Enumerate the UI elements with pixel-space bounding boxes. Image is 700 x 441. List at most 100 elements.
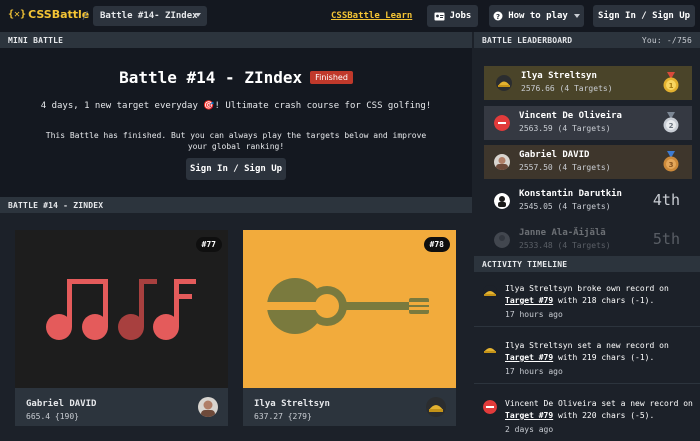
activity-text: Ilya Streltsyn broke own record on Targe… bbox=[505, 283, 695, 307]
svg-text:?: ? bbox=[496, 13, 500, 21]
activity-text: Ilya Streltsyn set a new record on Targe… bbox=[505, 340, 695, 364]
player-rank: 4th bbox=[652, 191, 680, 209]
avatar bbox=[198, 397, 218, 417]
avatar bbox=[494, 154, 510, 170]
target-link[interactable]: Target #79 bbox=[505, 353, 553, 362]
guitar-art bbox=[267, 278, 429, 334]
activity-time: 17 hours ago bbox=[505, 367, 563, 376]
target-number-badge: #78 bbox=[423, 237, 450, 252]
leaderboard-row[interactable]: Gabriel DAVID 2557.50 (4 Targets) 3 bbox=[484, 145, 692, 179]
battle-title-row: Battle #14 - ZIndex Finished bbox=[0, 68, 472, 87]
how-to-play-label: How to play bbox=[508, 11, 568, 21]
activity-suffix: with 219 chars (-1). bbox=[553, 353, 655, 362]
battle-select-dropdown[interactable]: Battle #14- ZIndex bbox=[93, 6, 207, 26]
id-card-icon bbox=[434, 12, 445, 20]
avatar bbox=[494, 232, 510, 248]
music-notes-art bbox=[46, 279, 196, 340]
player-rank: 5th bbox=[652, 230, 680, 248]
bronze-medal-icon: 3 bbox=[663, 151, 679, 172]
battle-finished-text: This Battle has finished. But you can al… bbox=[45, 131, 427, 151]
battle-sign-in-button[interactable]: Sign In / Sign Up bbox=[186, 158, 286, 180]
jobs-button[interactable]: Jobs bbox=[427, 5, 478, 27]
avatar bbox=[426, 397, 446, 417]
top-player-score: 637.27 {279} bbox=[254, 412, 312, 421]
svg-text:2: 2 bbox=[669, 122, 674, 130]
gold-medal-icon: 1 bbox=[663, 72, 679, 93]
target-number-badge: #77 bbox=[195, 237, 222, 252]
target-card-77[interactable]: #77 Gabriel DAVID 665.4 {190} bbox=[15, 230, 228, 426]
battle-description: 4 days, 1 new target everyday 🎯! Ultimat… bbox=[40, 101, 432, 111]
player-name: Vincent De Oliveira bbox=[519, 111, 622, 121]
player-name: Gabriel DAVID bbox=[519, 150, 590, 160]
target-card-78[interactable]: #78 Ilya Streltsyn 637.27 {279} bbox=[243, 230, 456, 426]
leaderboard-header-label: BATTLE LEADERBOARD bbox=[482, 35, 573, 45]
sign-in-button[interactable]: Sign In / Sign Up bbox=[593, 5, 695, 27]
mini-battle-panel: Battle #14 - ZIndex Finished 4 days, 1 n… bbox=[0, 48, 472, 197]
player-score: 2576.66 (4 Targets) bbox=[521, 84, 613, 93]
avatar bbox=[494, 193, 510, 209]
target-preview-77[interactable] bbox=[15, 230, 228, 388]
logo-mark: {✕} bbox=[8, 9, 27, 20]
battle-select-value: Battle #14- ZIndex bbox=[100, 11, 198, 21]
status-badge: Finished bbox=[310, 71, 353, 84]
silver-medal-icon: 2 bbox=[663, 112, 679, 133]
your-rank: You: -/756 bbox=[641, 35, 692, 45]
leaderboard-row[interactable]: Ilya Streltsyn 2576.66 (4 Targets) 1 bbox=[484, 66, 692, 100]
avatar bbox=[483, 342, 497, 356]
player-score: 2557.50 (4 Targets) bbox=[519, 163, 611, 172]
activity-suffix: with 218 chars (-1). bbox=[553, 296, 655, 305]
activity-suffix: with 220 chars (-5). bbox=[553, 411, 655, 420]
sign-in-label: Sign In / Sign Up bbox=[597, 11, 691, 21]
top-player-name: Ilya Streltsyn bbox=[254, 399, 330, 409]
cssbattle-learn-link[interactable]: CSSBattle Learn bbox=[331, 11, 412, 21]
leaderboard-panel: Ilya Streltsyn 2576.66 (4 Targets) 1 Vin… bbox=[474, 48, 700, 256]
chevron-down-icon bbox=[195, 13, 201, 17]
svg-text:1: 1 bbox=[669, 82, 674, 90]
player-name: Ilya Streltsyn bbox=[521, 71, 597, 81]
activity-time: 2 days ago bbox=[505, 425, 554, 434]
battle-sign-in-label: Sign In / Sign Up bbox=[189, 164, 283, 174]
player-score: 2563.59 (4 Targets) bbox=[519, 124, 611, 133]
divider bbox=[474, 326, 700, 327]
activity-header: ACTIVITY TIMELINE bbox=[474, 256, 700, 272]
player-name: Janne Ala-Äijälä bbox=[519, 228, 606, 238]
player-name: Konstantin Darutkin bbox=[519, 189, 622, 199]
battle-title: Battle #14 - ZIndex bbox=[119, 68, 303, 87]
activity-prefix: Vincent De Oliveira set a new record on bbox=[505, 399, 693, 408]
avatar bbox=[496, 75, 512, 91]
mini-battle-header-label: MINI BATTLE bbox=[8, 35, 64, 45]
mini-battle-header: MINI BATTLE bbox=[0, 32, 472, 48]
target-link[interactable]: Target #79 bbox=[505, 296, 553, 305]
question-circle-icon: ? bbox=[493, 11, 503, 21]
leaderboard-row[interactable]: Konstantin Darutkin 2545.05 (4 Targets) … bbox=[484, 184, 692, 218]
activity-header-label: ACTIVITY TIMELINE bbox=[482, 259, 568, 269]
avatar bbox=[494, 115, 510, 131]
jobs-label: Jobs bbox=[449, 11, 472, 21]
divider bbox=[474, 383, 700, 384]
svg-text:3: 3 bbox=[669, 161, 674, 169]
activity-prefix: Ilya Streltsyn broke own record on bbox=[505, 284, 669, 293]
avatar bbox=[483, 285, 497, 299]
target-preview-78[interactable] bbox=[243, 230, 456, 388]
breadcrumb-separator: / bbox=[82, 9, 89, 22]
activity-time: 17 hours ago bbox=[505, 310, 563, 319]
avatar bbox=[483, 400, 497, 414]
how-to-play-button[interactable]: ? How to play bbox=[489, 5, 584, 27]
logo-text: CSSBattle bbox=[28, 8, 90, 21]
leaderboard-row[interactable]: Vincent De Oliveira 2563.59 (4 Targets) … bbox=[484, 106, 692, 140]
activity-timeline: Ilya Streltsyn broke own record on Targe… bbox=[474, 272, 700, 441]
battle-targets-header: BATTLE #14 - ZINDEX bbox=[0, 197, 472, 213]
leaderboard-header: BATTLE LEADERBOARD You: -/756 bbox=[474, 32, 700, 48]
top-player-name: Gabriel DAVID bbox=[26, 399, 97, 409]
player-score: 2533.48 (4 Targets) bbox=[519, 241, 611, 250]
top-navbar: {✕} CSSBattle / Battle #14- ZIndex CSSBa… bbox=[0, 0, 700, 32]
activity-text: Vincent De Oliveira set a new record on … bbox=[505, 398, 695, 422]
chevron-down-icon bbox=[573, 14, 580, 18]
leaderboard-row[interactable]: Janne Ala-Äijälä 2533.48 (4 Targets) 5th bbox=[484, 223, 692, 256]
target-link[interactable]: Target #79 bbox=[505, 411, 553, 420]
top-player-score: 665.4 {190} bbox=[26, 412, 79, 421]
cssbattle-logo[interactable]: {✕} CSSBattle bbox=[8, 8, 89, 21]
battle-targets-header-label: BATTLE #14 - ZINDEX bbox=[8, 200, 104, 210]
player-score: 2545.05 (4 Targets) bbox=[519, 202, 611, 211]
activity-prefix: Ilya Streltsyn set a new record on bbox=[505, 341, 669, 350]
